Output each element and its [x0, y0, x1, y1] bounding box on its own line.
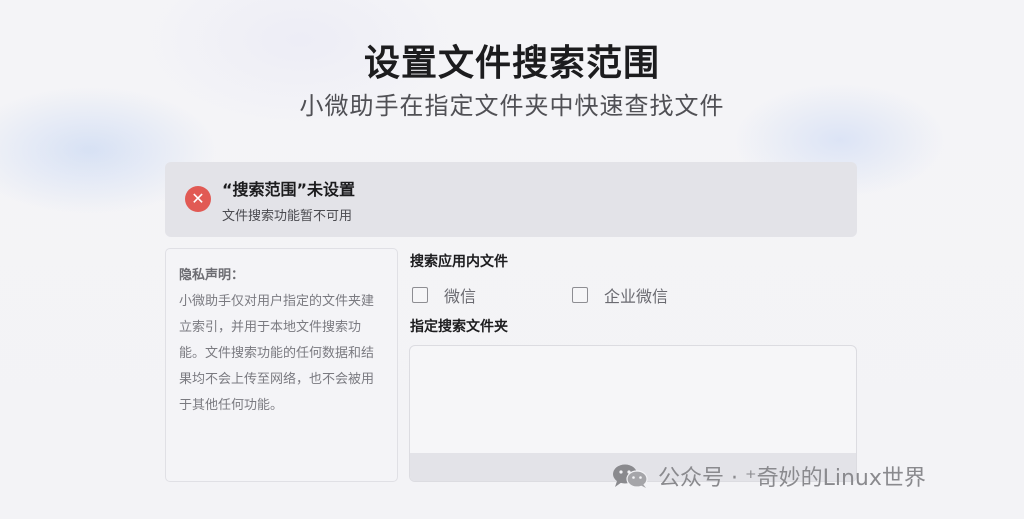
folders-label: 指定搜索文件夹: [410, 319, 508, 335]
wechat-option[interactable]: 微信: [412, 283, 476, 307]
privacy-body: 小微助手仅对用户指定的文件夹建立索引，并用于本地文件搜索功能。文件搜索功能的任何…: [179, 294, 375, 413]
search-apps-label: 搜索应用内文件: [410, 254, 508, 270]
page-subtitle: 小微助手在指定文件夹中快速查找文件: [299, 92, 725, 120]
watermark: 公众号 · ⁺奇妙的Linux世界: [610, 460, 926, 492]
status-alert: ✕ “搜索范围”未设置 文件搜索功能暂不可用: [165, 162, 857, 237]
wecom-option-label: 企业微信: [604, 287, 669, 306]
alert-title: “搜索范围”未设置: [222, 180, 356, 199]
privacy-statement: 隐私声明： 小微助手仅对用户指定的文件夹建立索引，并用于本地文件搜索功能。文件搜…: [165, 248, 398, 482]
wechat-checkbox[interactable]: [412, 287, 428, 303]
alert-description: 文件搜索功能暂不可用: [222, 209, 353, 224]
wecom-option[interactable]: 企业微信: [572, 283, 668, 307]
wechat-icon: [613, 464, 648, 488]
wecom-checkbox[interactable]: [572, 287, 588, 303]
privacy-title: 隐私声明：: [179, 268, 245, 283]
page-title: 设置文件搜索范围: [363, 43, 660, 84]
wechat-option-label: 微信: [444, 287, 477, 306]
watermark-text: 公众号 · ⁺奇妙的Linux世界: [658, 466, 926, 491]
error-x-icon: ✕: [185, 186, 211, 212]
